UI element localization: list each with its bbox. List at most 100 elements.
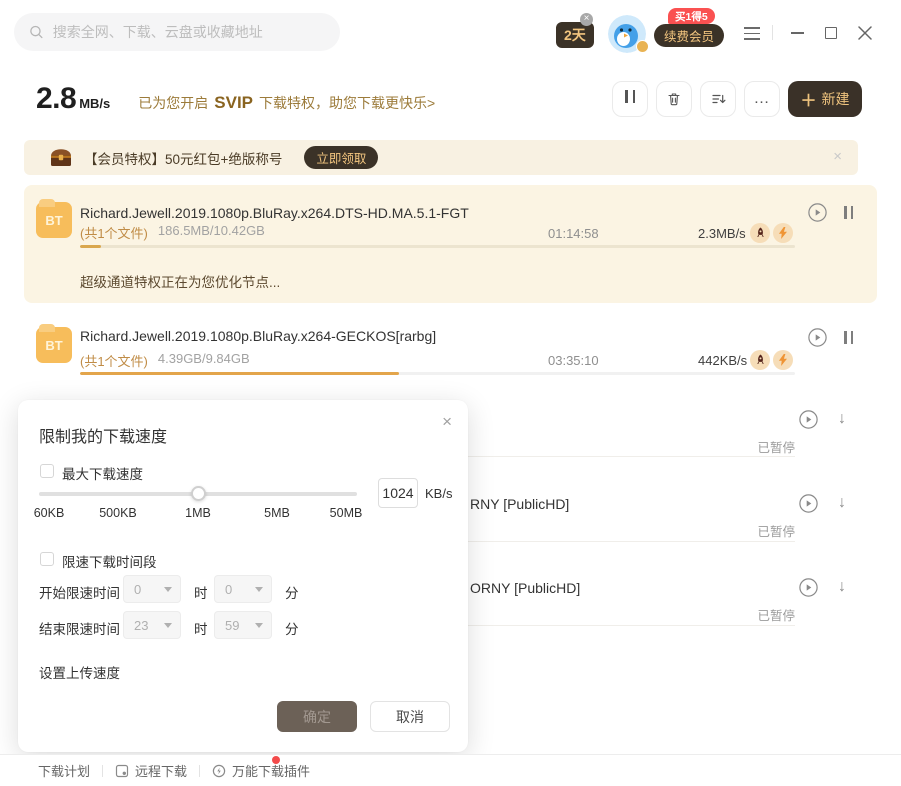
main-menu-icon[interactable] — [744, 27, 760, 44]
download-title-partial[interactable]: RNY [PublicHD] — [470, 496, 569, 512]
statusbar-divider — [199, 765, 200, 777]
resume-icon[interactable] — [799, 410, 818, 429]
remote-device-icon — [115, 764, 129, 778]
pause-all-button[interactable] — [612, 81, 648, 117]
dialog-title: 限制我的下载速度 — [39, 423, 167, 447]
end-hour-select[interactable]: 23 — [123, 611, 181, 639]
start-minute-value: 0 — [225, 582, 232, 597]
pause-task-icon[interactable] — [842, 206, 856, 224]
lightning-boost-icon[interactable] — [773, 350, 793, 370]
pause-icon — [623, 90, 638, 108]
progress-bar — [80, 372, 795, 375]
banner-close-icon[interactable]: × — [833, 148, 842, 165]
chevron-down-icon — [164, 623, 172, 628]
download-item-1[interactable]: BT Richard.Jewell.2019.1080p.BluRay.x264… — [24, 185, 877, 303]
svip-banner-text[interactable]: 已为您开启SVIP下载特权，助您下载更快乐> — [138, 93, 435, 113]
medal-badge-icon — [636, 40, 649, 53]
download-title[interactable]: Richard.Jewell.2019.1080p.BluRay.x264.DT… — [80, 205, 469, 221]
plugin-icon — [212, 764, 226, 778]
download-arrow-icon[interactable]: ↓ — [838, 411, 846, 427]
search-input[interactable] — [53, 24, 325, 40]
start-time-label: 开始限速时间 — [39, 582, 120, 602]
start-hour-select[interactable]: 0 — [123, 575, 181, 603]
minute-unit: 分 — [285, 582, 299, 602]
maximize-icon[interactable] — [825, 27, 837, 39]
pause-task-icon[interactable] — [842, 331, 856, 349]
svip-pre-text: 已为您开启 — [138, 95, 208, 111]
lightning-boost-icon[interactable] — [773, 223, 793, 243]
new-task-label: 新建 — [822, 89, 850, 109]
scale-5mb: 5MB — [264, 506, 290, 520]
resume-icon[interactable] — [799, 494, 818, 513]
ok-button[interactable]: 确定 — [277, 701, 357, 732]
speed-value: 2.8 — [36, 82, 76, 116]
scale-500kb: 500KB — [99, 506, 137, 520]
sort-button[interactable] — [700, 81, 736, 117]
item-speed: 2.3MB/s — [698, 226, 746, 241]
renew-vip-button[interactable]: 续费会员 — [654, 24, 724, 47]
speed-limit-input[interactable] — [378, 478, 418, 508]
paused-status: 已暂停 — [757, 521, 795, 540]
plus-icon: ＋ — [800, 87, 816, 111]
time-period-checkbox[interactable] — [40, 552, 54, 566]
close-window-icon[interactable] — [858, 26, 872, 40]
download-title-partial[interactable]: ORNY [PublicHD] — [470, 580, 580, 596]
paused-status: 已暂停 — [757, 605, 795, 624]
eta: 01:14:58 — [548, 226, 599, 241]
scale-60kb: 60KB — [34, 506, 65, 520]
hour-unit: 时 — [194, 618, 208, 638]
plugin-link[interactable]: 万能下载插件 — [212, 761, 310, 780]
start-minute-select[interactable]: 0 — [214, 575, 272, 603]
time-period-label: 限速下载时间段 — [62, 551, 157, 571]
remote-download-label: 远程下载 — [135, 761, 187, 780]
rocket-boost-icon[interactable] — [750, 223, 770, 243]
search-icon — [29, 24, 44, 40]
vip-days-badge[interactable]: 2天 — [556, 22, 594, 48]
notification-dot — [272, 756, 280, 764]
download-title[interactable]: Richard.Jewell.2019.1080p.BluRay.x264-GE… — [80, 328, 436, 344]
channel-note: 超级通道特权正在为您优化节点... — [80, 271, 280, 291]
delete-button[interactable] — [656, 81, 692, 117]
plugin-label: 万能下载插件 — [232, 761, 310, 780]
scale-50mb: 50MB — [330, 506, 363, 520]
chevron-down-icon — [255, 587, 263, 592]
statusbar-divider — [102, 765, 103, 777]
max-speed-label: 最大下载速度 — [62, 463, 143, 483]
svip-post-text: 下载特权，助您下载更快乐> — [259, 95, 435, 111]
rocket-boost-icon[interactable] — [750, 350, 770, 370]
upload-speed-link[interactable]: 设置上传速度 — [39, 662, 120, 682]
end-minute-select[interactable]: 59 — [214, 611, 272, 639]
download-meta: (共1个文件) 4.39GB/9.84GB — [80, 351, 250, 370]
dialog-close-icon[interactable]: × — [442, 412, 452, 432]
titlebar-divider — [772, 25, 773, 40]
close-icon[interactable]: × — [580, 13, 593, 26]
progress-fill — [80, 245, 101, 248]
resume-icon[interactable] — [799, 578, 818, 597]
speed-slider-handle[interactable] — [191, 486, 206, 501]
vip-days-label: 2天 — [564, 25, 586, 45]
search-input-wrap[interactable] — [14, 13, 340, 51]
cancel-button[interactable]: 取消 — [370, 701, 450, 732]
status-bar: 下载计划 远程下载 万能下载插件 — [0, 754, 901, 786]
promo-badge: 买1得5 — [668, 8, 715, 24]
bt-label: BT — [45, 213, 62, 228]
play-icon[interactable] — [808, 203, 827, 222]
end-minute-value: 59 — [225, 618, 239, 633]
speed-unit: MB/s — [79, 96, 110, 111]
claim-now-button[interactable]: 立即领取 — [304, 146, 378, 169]
treasure-chest-icon — [50, 148, 72, 167]
new-task-button[interactable]: ＋ 新建 — [788, 81, 862, 117]
remote-download-link[interactable]: 远程下载 — [115, 761, 187, 780]
minimize-icon[interactable] — [791, 32, 804, 34]
max-speed-checkbox[interactable] — [40, 464, 54, 478]
scale-1mb: 1MB — [185, 506, 211, 520]
more-icon: … — [754, 95, 771, 103]
download-arrow-icon[interactable]: ↓ — [838, 495, 846, 511]
download-arrow-icon[interactable]: ↓ — [838, 579, 846, 595]
size-progress: 186.5MB/10.42GB — [158, 223, 265, 242]
more-button[interactable]: … — [744, 81, 780, 117]
download-item-2[interactable]: BT Richard.Jewell.2019.1080p.BluRay.x264… — [24, 315, 877, 393]
download-plan-link[interactable]: 下载计划 — [38, 761, 90, 780]
bt-folder-icon: BT — [36, 202, 72, 238]
play-icon[interactable] — [808, 328, 827, 347]
